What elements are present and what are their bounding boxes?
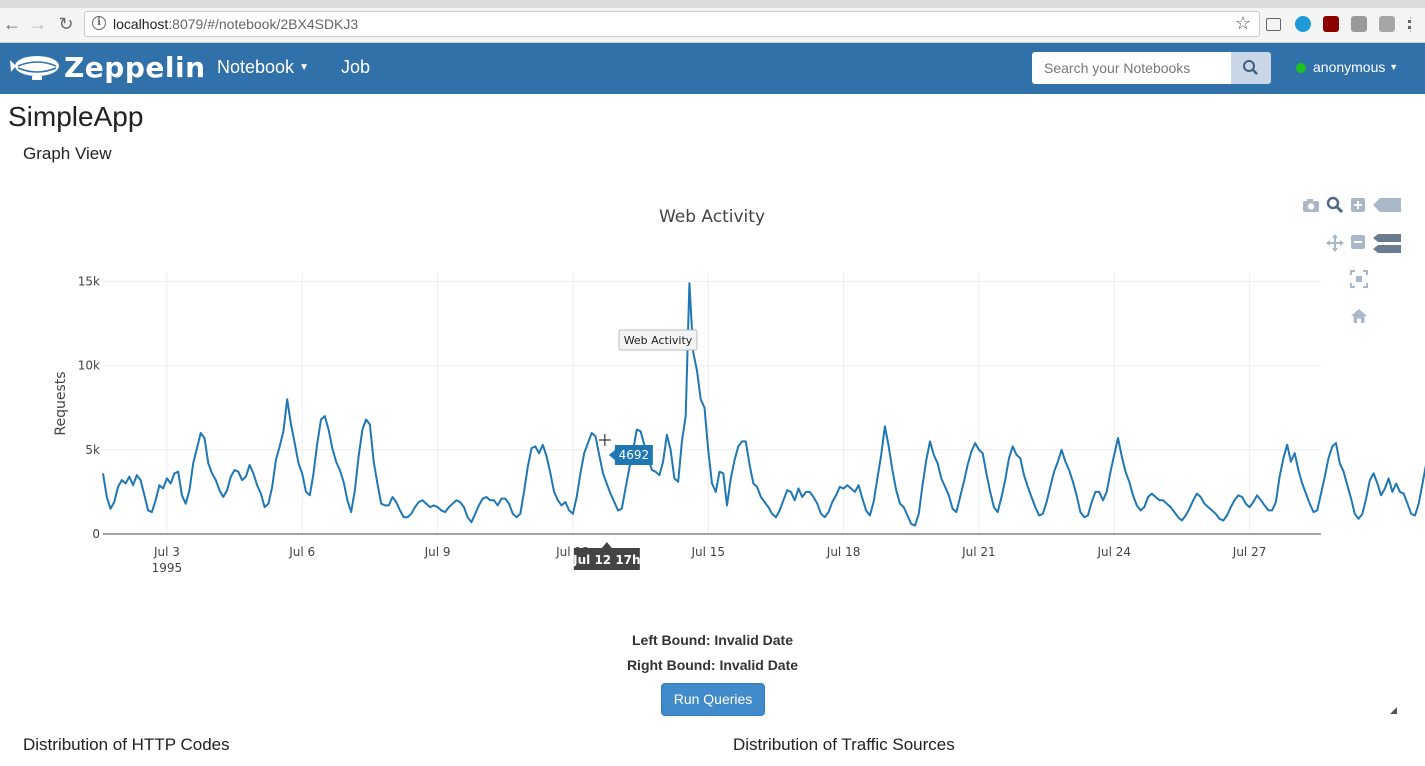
zeppelin-navbar: Zeppelin Notebook ▼ Job anonymous ▼ (0, 43, 1425, 94)
x-tick-sublabel: 1995 (152, 561, 183, 575)
extension-circle-icon[interactable] (1295, 16, 1311, 32)
x-tick-label: Jul 15 (690, 545, 725, 559)
job-link[interactable]: Job (341, 57, 370, 78)
zoom-icon[interactable] (1326, 196, 1344, 214)
hover-x-label: Jul 12 17h (572, 553, 640, 567)
browser-menu-icon[interactable] (1408, 17, 1415, 32)
run-queries-button[interactable]: Run Queries (661, 683, 765, 716)
x-tick-label: Jul 6 (288, 545, 315, 559)
forward-icon[interactable]: → (27, 13, 49, 35)
x-tick-label: Jul 27 (1232, 545, 1267, 559)
left-bound-label: Left Bound: Invalid Date (632, 632, 793, 648)
info-icon[interactable]: i (92, 16, 106, 30)
web-activity-plot[interactable]: 05k10k15kJul 31995Jul 6 Jul 9 Jul 12 Jul 15… (0, 170, 1425, 590)
pan-icon[interactable] (1326, 234, 1344, 252)
x-tick-label: Jul 24 (1096, 545, 1131, 559)
right-bound-label: Right Bound: Invalid Date (626, 657, 799, 673)
zeppelin-logo-icon[interactable] (10, 52, 60, 84)
resize-handle-icon[interactable] (1390, 707, 1397, 714)
user-name: anonymous (1313, 59, 1386, 75)
notebook-menu[interactable]: Notebook ▼ (217, 57, 309, 78)
x-tick-label: Jul 3 (153, 545, 180, 559)
connection-status-dot (1296, 63, 1306, 73)
notebook-menu-label: Notebook (217, 57, 295, 77)
paragraph-title: Graph View (23, 144, 112, 163)
x-tick-label: Jul 9 (424, 545, 451, 559)
address-url[interactable]: localhost:8079/#/notebook/2BX4SDKJ3 (113, 16, 358, 32)
series-line-web-activity[interactable] (102, 282, 1425, 527)
address-bar[interactable]: i localhost:8079/#/notebook/2BX4SDKJ3 ☆ (84, 11, 1260, 37)
zoom-out-icon[interactable] (1350, 234, 1366, 250)
camera-icon[interactable] (1302, 197, 1320, 213)
zoom-in-icon[interactable] (1350, 197, 1366, 213)
y-tick-label: 0 (92, 527, 100, 541)
search-icon (1243, 60, 1258, 75)
compare-hover-icon[interactable] (1373, 234, 1401, 254)
back-icon[interactable]: ← (1, 13, 23, 35)
search-input[interactable] (1032, 52, 1232, 84)
cast-icon[interactable] (1266, 18, 1281, 31)
y-tick-label: 10k (78, 359, 100, 373)
x-tick-label: Jul 18 (826, 545, 861, 559)
caret-down-icon: ▼ (299, 62, 309, 73)
ublock-icon[interactable] (1323, 16, 1339, 32)
spike-lines-icon[interactable] (1373, 198, 1401, 212)
user-menu[interactable]: anonymous ▼ (1313, 59, 1398, 75)
chart-title: Web Activity (659, 207, 765, 227)
home-icon[interactable] (1350, 308, 1368, 324)
reload-icon[interactable]: ↻ (55, 13, 77, 35)
y-tick-label: 5k (85, 443, 100, 457)
url-path: :8079/#/notebook/2BX4SDKJ3 (168, 16, 359, 32)
y-tick-label: 15k (78, 274, 100, 288)
autoscale-icon[interactable] (1350, 270, 1368, 288)
y-axis-label: Requests (53, 371, 69, 435)
zeppelin-brand[interactable]: Zeppelin (64, 51, 206, 84)
traffic-sources-title: Distribution of Traffic Sources (733, 735, 955, 754)
hover-trace-label: Web Activity (624, 334, 693, 347)
hover-value-label: 4692 (619, 448, 650, 462)
caret-down-icon: ▼ (1389, 62, 1399, 72)
notebook-title[interactable]: SimpleApp (8, 101, 143, 133)
browser-toolbar: ← → ↻ i localhost:8079/#/notebook/2BX4SD… (0, 8, 1425, 43)
url-host: localhost (113, 16, 169, 32)
extension-sync-icon[interactable] (1379, 16, 1395, 32)
bookmark-star-icon[interactable]: ☆ (1235, 13, 1251, 34)
x-tick-label: Jul 21 (961, 545, 996, 559)
http-codes-title: Distribution of HTTP Codes (23, 735, 230, 754)
extension-gray-icon[interactable] (1351, 16, 1367, 32)
search-button[interactable] (1231, 52, 1271, 84)
